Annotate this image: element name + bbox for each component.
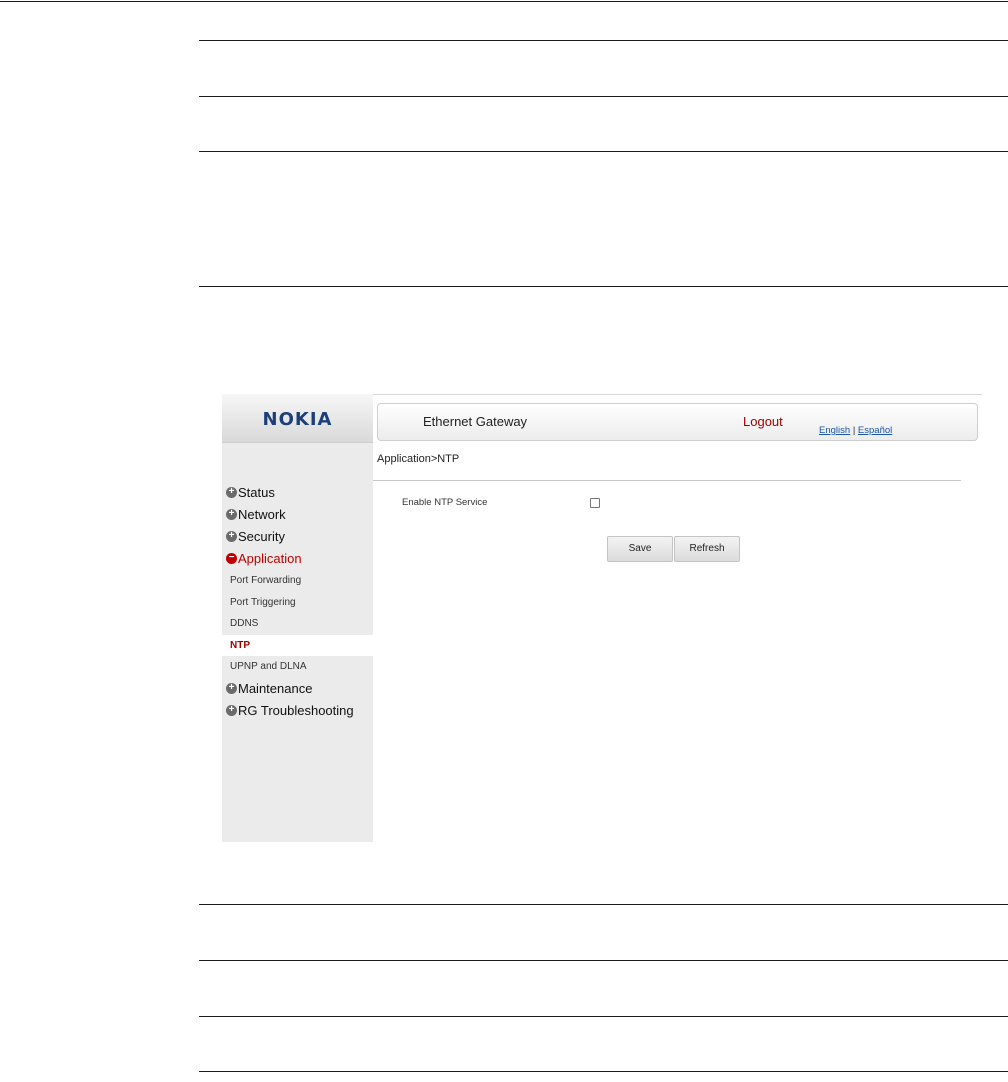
sidebar-menu: + Status + Network + Security − Applicat… (222, 482, 373, 722)
sidebar: NOKIA + Status + Network + Security − Ap… (222, 394, 373, 842)
language-switcher: English | Español (819, 425, 892, 436)
sidebar-item-status[interactable]: + Status (222, 482, 373, 504)
plus-circle-icon: + (226, 682, 237, 694)
app-title: Ethernet Gateway (423, 414, 528, 429)
logout-link[interactable]: Logout (743, 414, 783, 429)
plus-circle-icon: + (226, 704, 237, 716)
submenu-item-port-forwarding[interactable]: Port Forwarding (222, 570, 373, 592)
document-rule (199, 904, 1008, 905)
top-header: Ethernet Gateway Logout English | Españo… (377, 403, 978, 441)
submenu-item-ntp[interactable]: NTP (222, 634, 373, 656)
sidebar-item-label: RG Troubleshooting (238, 702, 354, 718)
sidebar-item-label: Security (238, 529, 285, 544)
enable-ntp-label: Enable NTP Service (402, 497, 488, 508)
nokia-logo: NOKIA (262, 409, 333, 430)
lang-separator: | (852, 425, 856, 436)
sidebar-item-label: Network (238, 507, 286, 522)
lang-english-link[interactable]: English (819, 425, 850, 436)
minus-circle-icon: − (226, 553, 237, 564)
document-rule (199, 96, 1008, 97)
document-rule (199, 960, 1008, 961)
brand-bar: NOKIA (222, 394, 373, 443)
document-rule (199, 151, 1008, 152)
sidebar-item-security[interactable]: + Security (222, 526, 373, 548)
plus-circle-icon: + (226, 509, 237, 520)
sidebar-item-network[interactable]: + Network (222, 504, 373, 526)
breadcrumb-divider (373, 480, 961, 481)
document-rule (199, 1071, 1008, 1072)
document-rule (199, 40, 1008, 41)
plus-circle-icon: + (226, 531, 237, 542)
gateway-web-ui: NOKIA + Status + Network + Security − Ap… (222, 394, 982, 842)
sidebar-item-maintenance[interactable]: + Maintenance (222, 678, 373, 700)
submenu-item-port-triggering[interactable]: Port Triggering (222, 592, 373, 614)
save-button[interactable]: Save (607, 536, 673, 562)
document-rule (0, 1, 1008, 2)
sidebar-item-label: Application (238, 551, 302, 566)
lang-spanish-link[interactable]: Español (858, 425, 892, 436)
document-rule (199, 286, 1008, 287)
refresh-button[interactable]: Refresh (674, 536, 740, 562)
sidebar-item-rg-troubleshooting[interactable]: + RG Troubleshooting (222, 700, 373, 722)
sidebar-item-label: Maintenance (238, 680, 313, 696)
submenu-item-upnp-dlna[interactable]: UPNP and DLNA (222, 656, 373, 678)
document-rule (199, 1016, 1008, 1017)
submenu-item-ddns[interactable]: DDNS (222, 613, 373, 635)
enable-ntp-checkbox[interactable] (590, 498, 600, 508)
sidebar-item-label: Status (238, 485, 275, 500)
sidebar-item-application[interactable]: − Application (222, 548, 373, 570)
breadcrumb: Application>NTP (377, 453, 460, 465)
plus-circle-icon: + (226, 487, 237, 498)
